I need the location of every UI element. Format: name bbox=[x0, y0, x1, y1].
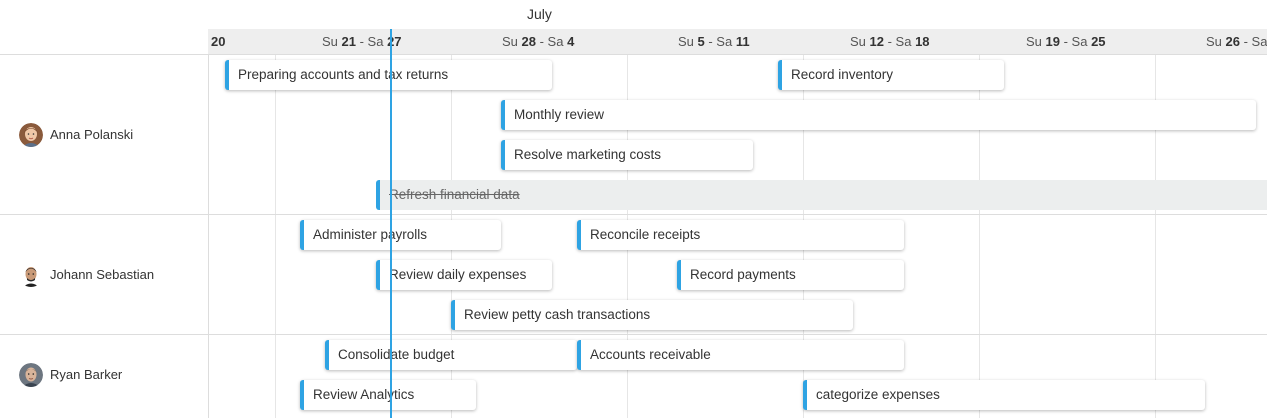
week-label: Su 12 - Sa 18 bbox=[850, 34, 930, 49]
task-bar-completed[interactable]: Refresh financial data bbox=[376, 180, 1267, 210]
task-bar[interactable]: Record inventory bbox=[778, 60, 1004, 90]
month-header: July bbox=[0, 0, 1267, 29]
avatar-woman-icon bbox=[19, 123, 43, 147]
today-marker bbox=[390, 29, 392, 418]
task-bar[interactable]: Monthly review bbox=[501, 100, 1256, 130]
week-label: 20 bbox=[211, 34, 226, 49]
avatar-man-icon bbox=[19, 263, 43, 287]
week-label: Su 26 - Sa bbox=[1206, 34, 1267, 49]
resource-name: Johann Sebastian bbox=[50, 267, 155, 282]
task-bar[interactable]: Review daily expenses bbox=[376, 260, 552, 290]
task-bar[interactable]: Accounts receivable bbox=[577, 340, 904, 370]
grid-line bbox=[275, 55, 276, 418]
resource-name: Anna Polanski bbox=[50, 127, 134, 142]
schedule-grid: Preparing accounts and tax returns Recor… bbox=[209, 55, 1267, 418]
week-label: Su 5 - Sa 11 bbox=[678, 34, 750, 49]
week-label: Su 19 - Sa 25 bbox=[1026, 34, 1106, 49]
task-bar[interactable]: categorize expenses bbox=[803, 380, 1205, 410]
task-bar[interactable]: Review Analytics bbox=[300, 380, 476, 410]
task-bar[interactable]: Resolve marketing costs bbox=[501, 140, 753, 170]
month-label: July bbox=[527, 6, 552, 22]
task-bar[interactable]: Consolidate budget bbox=[325, 340, 577, 370]
row-divider bbox=[209, 214, 1267, 215]
resource-header bbox=[0, 29, 208, 55]
week-header-row: 20 Su 21 - Sa 27 Su 28 - Sa 4 Su 5 - Sa … bbox=[208, 29, 1267, 55]
task-bar[interactable]: Record payments bbox=[677, 260, 904, 290]
resource-row[interactable]: Johann Sebastian bbox=[0, 215, 208, 335]
task-bar[interactable]: Administer payrolls bbox=[300, 220, 501, 250]
resource-row[interactable]: Ryan Barker bbox=[0, 335, 208, 418]
resource-name: Ryan Barker bbox=[50, 367, 123, 382]
task-bar[interactable]: Preparing accounts and tax returns bbox=[225, 60, 552, 90]
task-bar[interactable]: Review petty cash transactions bbox=[451, 300, 853, 330]
week-label: Su 28 - Sa 4 bbox=[502, 34, 575, 49]
row-divider bbox=[209, 334, 1267, 335]
task-bar[interactable]: Reconcile receipts bbox=[577, 220, 904, 250]
resource-row[interactable]: Anna Polanski bbox=[0, 55, 208, 215]
resource-column: Anna Polanski Johann Sebastian Ryan Bark… bbox=[0, 55, 209, 418]
avatar-man-icon bbox=[19, 363, 43, 387]
